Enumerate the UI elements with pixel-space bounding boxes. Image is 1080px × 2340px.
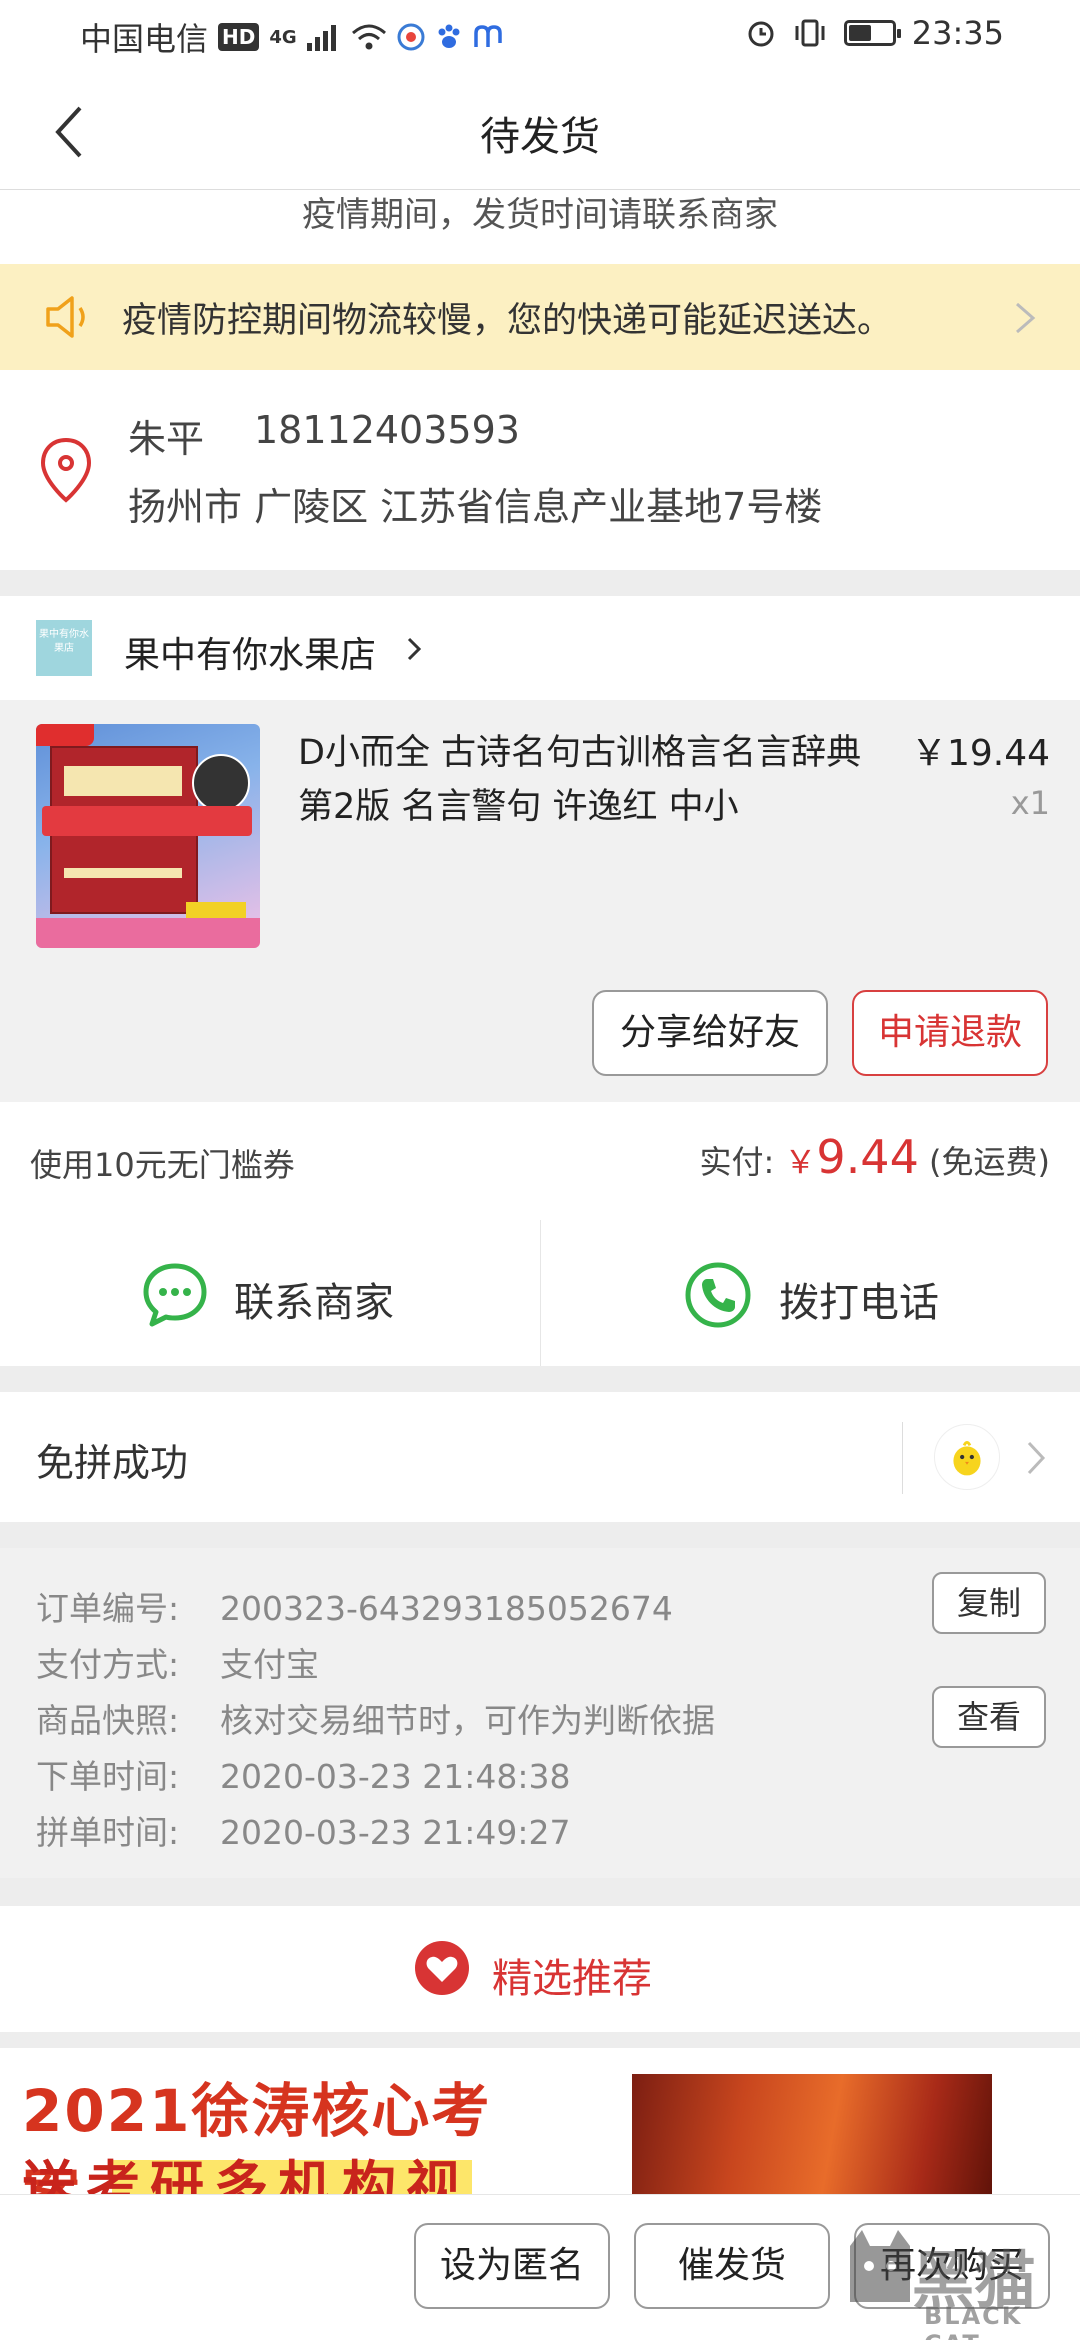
signal-icon xyxy=(306,25,336,51)
snapshot-key: 商品快照: xyxy=(36,1701,180,1740)
order-item-card: 果中有你水果店 果中有你水果店 D小而全 古诗名句古训格言名言辞典 第2版 名言… xyxy=(0,596,1080,1102)
group-time-value: 2020-03-23 21:49:27 xyxy=(220,1813,571,1852)
paid-label: 实付: xyxy=(699,1143,775,1181)
recipient-phone: 18112403593 xyxy=(254,408,520,452)
status-left: 中国电信 HD 4G xyxy=(80,14,503,60)
group-status-label: 免拼成功 xyxy=(36,1441,189,1485)
wifi-icon xyxy=(351,24,386,50)
product-title[interactable]: D小而全 古诗名句古训格言名言辞典 第2版 名言警句 许逸红 中小 xyxy=(298,726,878,834)
order-time-row: 下单时间: 2020-03-23 21:48:38 xyxy=(36,1750,570,1798)
shop-logo: 果中有你水果店 xyxy=(36,620,92,676)
logistics-alert[interactable]: 疫情防控期间物流较慢，您的快递可能延迟送达。 xyxy=(0,264,1080,370)
speaker-icon xyxy=(46,296,85,338)
chick-avatar-icon xyxy=(934,1424,1000,1490)
payment-method-value: 支付宝 xyxy=(220,1645,319,1684)
refund-button[interactable]: 申请退款 xyxy=(852,990,1048,1076)
order-number-key: 订单编号: xyxy=(36,1589,180,1628)
location-pin-icon xyxy=(40,437,92,503)
recommend-header: 精选推荐 xyxy=(0,1906,1080,2032)
chevron-right-icon xyxy=(1027,1441,1046,1475)
paid-value: 9.44 xyxy=(816,1130,919,1184)
order-number-value: 200323-643293185052674 xyxy=(220,1589,673,1628)
divider xyxy=(902,1422,903,1494)
baidu-paw-icon xyxy=(438,24,460,48)
cat-logo-icon xyxy=(850,2230,910,2302)
network-label: 4G xyxy=(269,26,297,48)
product-quantity: x1 xyxy=(1010,784,1050,822)
copy-button[interactable]: 复制 xyxy=(932,1572,1046,1634)
order-time-value: 2020-03-23 21:48:38 xyxy=(220,1757,571,1796)
status-right: 23:35 xyxy=(746,14,1004,52)
group-time-row: 拼单时间: 2020-03-23 21:49:27 xyxy=(36,1806,570,1854)
recommend-item-left[interactable]: 2021徐涛核心考案 送考研多机构视频 xyxy=(0,2048,532,2297)
carrier-label: 中国电信 xyxy=(80,20,209,58)
shipping-notice: 疫情期间，发货时间请联系商家 xyxy=(0,190,1080,264)
promo-stripe xyxy=(42,806,252,836)
coupon-strip xyxy=(36,918,260,948)
call-phone-label: 拨打电话 xyxy=(779,1280,939,1326)
shop-header[interactable]: 果中有你水果店 果中有你水果店 xyxy=(0,596,1080,700)
hd-badge: HD xyxy=(218,23,260,51)
promo-tag xyxy=(36,724,94,746)
chevron-right-icon xyxy=(407,637,422,661)
banner-product-image xyxy=(632,2074,992,2208)
app-notification-icon xyxy=(397,23,425,51)
chat-bubble-icon xyxy=(143,1263,207,1327)
payment-method-row: 支付方式: 支付宝 xyxy=(36,1638,319,1686)
recipient-address: 扬州市 广陵区 江苏省信息产业基地7号楼 xyxy=(128,485,823,529)
contact-merchant-button[interactable]: 联系商家 xyxy=(0,1220,540,1366)
status-bar: 中国电信 HD 4G 23:35 xyxy=(0,0,1080,72)
product-image[interactable] xyxy=(36,724,260,948)
order-info: 订单编号: 200323-643293185052674 支付方式: 支付宝 商品快… xyxy=(0,1548,1080,1878)
shop-name: 果中有你水果店 xyxy=(124,635,377,676)
paid-amount: 实付: ￥9.44 (免运费) xyxy=(699,1130,1050,1184)
shipping-fee-note: (免运费) xyxy=(929,1143,1050,1181)
vibrate-icon xyxy=(795,19,825,47)
order-number-row: 订单编号: 200323-643293185052674 xyxy=(36,1582,673,1630)
phone-icon xyxy=(685,1262,751,1328)
snapshot-value: 核对交易细节时，可作为判断依据 xyxy=(220,1701,715,1740)
alert-text: 疫情防控期间物流较慢，您的快递可能延迟送达。 xyxy=(122,301,893,341)
product-price: ￥19.44 xyxy=(910,733,1050,774)
heart-icon xyxy=(415,1941,469,1995)
contact-merchant-label: 联系商家 xyxy=(234,1280,394,1326)
set-anonymous-button[interactable]: 设为匿名 xyxy=(414,2223,610,2309)
page-title: 待发货 xyxy=(480,114,600,160)
nav-bar: 待发货 xyxy=(0,72,1080,190)
recipient-name: 朱平 xyxy=(128,417,205,461)
share-button[interactable]: 分享给好友 xyxy=(592,990,828,1076)
recommend-label: 精选推荐 xyxy=(492,1956,652,2002)
blackcat-watermark: 黑猫 BLACK CAT xyxy=(842,2222,1072,2340)
group-status-row[interactable]: 免拼成功 xyxy=(0,1392,1080,1522)
payment-section: 使用10元无门槛券 实付: ￥9.44 (免运费) 联系商家 拨打电话 xyxy=(0,1102,1080,1366)
m-app-icon xyxy=(473,25,502,47)
clock: 23:35 xyxy=(911,14,1004,52)
coupon-text: 使用10元无门槛券 xyxy=(30,1146,295,1184)
order-time-key: 下单时间: xyxy=(36,1757,180,1796)
watermark-en: BLACK CAT xyxy=(924,2302,1023,2340)
recommend-item-right[interactable] xyxy=(540,2048,1080,2208)
recommend-banners: 2021徐涛核心考案 送考研多机构视频 xyxy=(0,2048,1080,2297)
shipping-address[interactable]: 朱平 18112403593 扬州市 广陵区 江苏省信息产业基地7号楼 xyxy=(0,370,1080,570)
series-badge xyxy=(192,754,250,812)
view-snapshot-button[interactable]: 查看 xyxy=(932,1686,1046,1748)
chevron-right-icon xyxy=(1016,302,1036,334)
alarm-icon xyxy=(748,21,774,47)
call-phone-button[interactable]: 拨打电话 xyxy=(540,1220,1080,1366)
battery-level xyxy=(848,25,871,41)
payment-method-key: 支付方式: xyxy=(36,1645,180,1684)
battery-icon xyxy=(843,20,901,46)
group-time-key: 拼单时间: xyxy=(36,1813,180,1852)
snapshot-row: 商品快照: 核对交易细节时，可作为判断依据 xyxy=(36,1694,715,1742)
urge-shipping-button[interactable]: 催发货 xyxy=(634,2223,830,2309)
paid-currency: ￥ xyxy=(784,1143,817,1181)
